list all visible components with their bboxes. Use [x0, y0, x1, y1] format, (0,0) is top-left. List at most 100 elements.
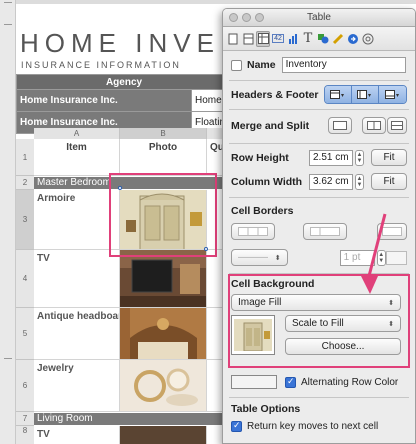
left-margin-strip — [0, 0, 16, 444]
item-cell[interactable]: TV — [34, 250, 120, 308]
split-columns-button[interactable] — [387, 117, 407, 134]
column-width-field[interactable]: 3.62 cm — [309, 173, 353, 190]
row-header[interactable]: 8 — [16, 426, 34, 444]
border-outer-button[interactable] — [231, 223, 275, 240]
armoire-thumbnail — [234, 319, 272, 351]
fill-type-value: Image Fill — [238, 297, 282, 308]
row-header[interactable]: 6 — [16, 360, 34, 412]
alternating-row-color-label: Alternating Row Color — [301, 376, 399, 388]
merge-cells-button[interactable] — [328, 117, 352, 134]
item-cell[interactable]: Antique headboard — [34, 308, 120, 360]
jewelry-photo[interactable] — [120, 360, 207, 412]
document-icon[interactable] — [226, 31, 240, 47]
column-fit-button[interactable]: Fit — [371, 173, 407, 190]
layout-icon[interactable] — [241, 31, 255, 47]
divider — [229, 143, 409, 144]
color-wheel-icon[interactable] — [361, 31, 375, 47]
name-checkbox[interactable] — [231, 59, 242, 71]
header-cell-photo[interactable]: Photo — [120, 139, 207, 176]
name-row: Name Inventory — [231, 57, 407, 73]
return-key-label: Return key moves to next cell — [247, 421, 379, 432]
alternating-row-color-row: Alternating Row Color — [231, 375, 407, 389]
header-rows-button[interactable]: ▾ — [325, 86, 352, 103]
split-rows-button[interactable] — [362, 117, 386, 134]
divider — [229, 80, 409, 81]
agency-header[interactable]: Agency — [16, 74, 232, 90]
resize-handle[interactable] — [118, 186, 122, 190]
ruler-tick — [4, 358, 12, 359]
name-label: Name — [247, 59, 276, 71]
agency-table[interactable]: Agency Home Insurance Inc. Homeo Home In… — [16, 74, 232, 134]
row-height-label: Row Height — [231, 151, 289, 164]
link-icon[interactable] — [346, 31, 360, 47]
tv-photo[interactable] — [120, 426, 207, 444]
row-height-row: Row Height 2.51 cm ▲ ▼ Fit — [231, 149, 407, 166]
row-height-stepper[interactable]: ▲ ▼ — [355, 149, 364, 166]
tv-photo[interactable] — [120, 250, 207, 308]
svg-text:▾: ▾ — [396, 93, 399, 99]
return-key-checkbox[interactable] — [231, 420, 242, 432]
row-header[interactable]: 7 — [16, 412, 34, 426]
item-cell[interactable]: TV — [34, 426, 120, 444]
table-options-title-row: Table Options — [231, 403, 407, 415]
table-name-field[interactable]: Inventory — [281, 57, 406, 73]
row-height-field[interactable]: 2.51 cm — [309, 149, 353, 166]
agency-company-cell[interactable]: Home Insurance Inc. — [16, 89, 192, 112]
row-header[interactable]: 3 — [16, 190, 34, 250]
item-cell[interactable]: Armoire — [34, 190, 120, 250]
row-fit-button[interactable]: Fit — [371, 149, 407, 166]
column-width-label: Column Width — [231, 175, 303, 188]
ruler-tick — [4, 2, 12, 3]
ruler-tick — [4, 24, 12, 25]
chart-icon[interactable] — [286, 31, 300, 47]
header-columns-button[interactable]: ▾ — [352, 86, 379, 103]
svg-text:▾: ▾ — [368, 93, 371, 99]
svg-text:▾: ▾ — [341, 93, 344, 99]
merge-split-label: Merge and Split — [231, 119, 310, 132]
headboard-photo[interactable] — [120, 308, 207, 360]
inspector-titlebar[interactable]: Table — [223, 9, 415, 27]
graphic-icon[interactable] — [316, 31, 330, 47]
headers-footer-label: Headers & Footer — [231, 88, 319, 101]
top-ruler — [16, 0, 416, 4]
document-title[interactable]: HOME INVEN — [20, 28, 245, 59]
tv-image — [120, 250, 206, 307]
row-header[interactable]: 1 — [16, 139, 34, 176]
cell-borders-label: Cell Borders — [231, 205, 294, 217]
format-42-icon[interactable]: 42 — [271, 31, 285, 47]
footer-rows-button[interactable]: ▾ — [379, 86, 406, 103]
row-header[interactable]: 2 — [16, 176, 34, 190]
section-row[interactable]: Living Room — [34, 413, 227, 425]
metrics-icon[interactable] — [331, 31, 345, 47]
resize-handle[interactable] — [204, 247, 208, 251]
image-fill-row: Scale to Fill ⬍ Choose... — [231, 315, 407, 355]
column-width-stepper[interactable]: ▲ ▼ — [355, 173, 364, 190]
annotation-arrow — [360, 213, 387, 294]
table-options-label: Table Options — [231, 403, 301, 415]
popup-arrows-icon: ⬍ — [388, 320, 394, 328]
headers-footer-row: Headers & Footer ▾ ▾ ▾ — [231, 85, 407, 104]
selected-cell-highlight — [109, 173, 217, 257]
alternating-row-color-checkbox[interactable] — [285, 376, 296, 388]
row-header[interactable]: 4 — [16, 250, 34, 308]
merge-split-row: Merge and Split — [231, 117, 407, 134]
image-fill-preview[interactable] — [231, 315, 275, 355]
divider — [229, 397, 409, 398]
choose-image-button[interactable]: Choose... — [285, 338, 401, 355]
scale-popup[interactable]: Scale to Fill ⬍ — [285, 315, 401, 332]
header-cell-item[interactable]: Item — [34, 139, 120, 176]
row-header[interactable]: 5 — [16, 308, 34, 360]
text-icon[interactable]: T — [301, 31, 315, 47]
table-icon[interactable] — [256, 30, 270, 47]
jewelry-image — [120, 360, 206, 411]
column-header-b[interactable]: B — [120, 128, 207, 139]
scale-value: Scale to Fill — [292, 318, 344, 329]
return-key-row: Return key moves to next cell — [231, 420, 407, 432]
alternating-color-well[interactable] — [231, 375, 277, 389]
column-header-a[interactable]: A — [34, 128, 120, 139]
border-style-popup[interactable]: ——— ⬍ — [231, 249, 288, 266]
document-subtitle[interactable]: Insurance Information — [21, 60, 181, 70]
divider — [229, 109, 409, 110]
item-cell[interactable]: Jewelry — [34, 360, 120, 412]
inspector-title: Table — [307, 12, 331, 23]
